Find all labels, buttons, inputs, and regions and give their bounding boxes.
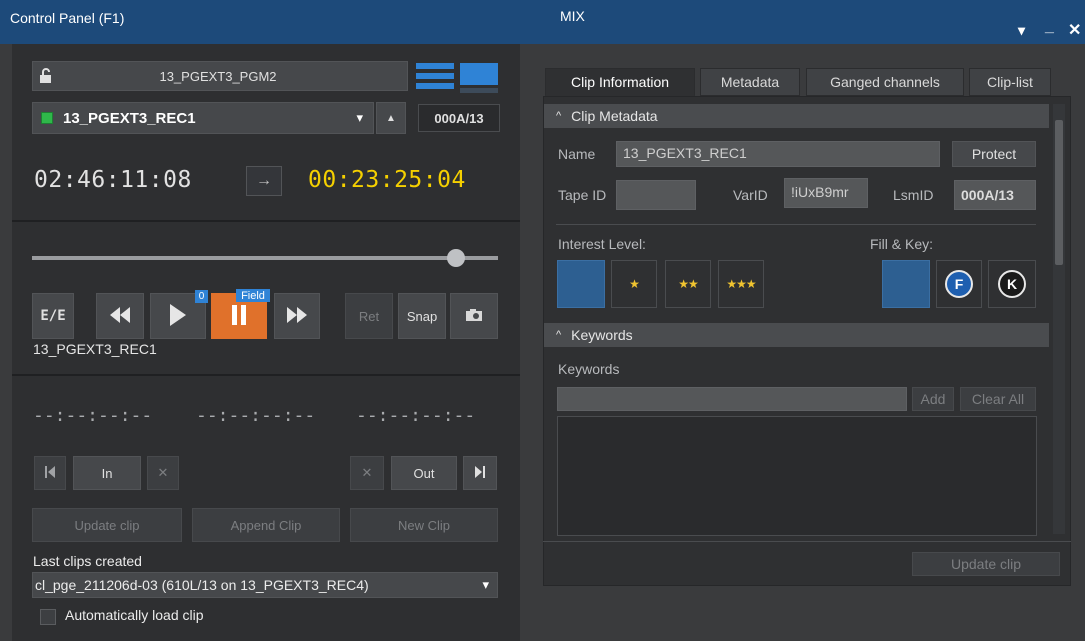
name-label: Name — [558, 146, 596, 162]
clip-name: 13_PGEXT3_REC1 — [63, 109, 196, 127]
update-clip-button[interactable]: Update clip — [32, 508, 182, 542]
control-panel-title: Control Panel (F1) — [10, 10, 125, 26]
chevron-down-icon: ▾ — [356, 110, 363, 125]
divider — [12, 374, 520, 376]
fill-icon: F — [945, 270, 973, 298]
auto-load-checkbox[interactable] — [40, 609, 56, 625]
clip-metadata-header[interactable]: ^ Clip Metadata — [544, 104, 1049, 128]
divider — [12, 220, 520, 222]
varid-field: !iUxB9mr — [784, 178, 868, 208]
lsmid-field: 000A/13 — [954, 180, 1036, 210]
play-badge: 0 — [195, 290, 208, 303]
clear-all-button[interactable]: Clear All — [960, 387, 1036, 411]
key-icon: K — [998, 270, 1026, 298]
rewind-button[interactable] — [96, 293, 144, 339]
field-badge: Field — [236, 289, 270, 302]
auto-load-label: Automatically load clip — [65, 607, 204, 623]
current-timecode: 02:46:11:08 — [34, 167, 192, 193]
snap-button[interactable]: Snap — [398, 293, 446, 339]
tab-metadata[interactable]: Metadata — [700, 68, 800, 96]
record-indicator-icon — [41, 112, 53, 124]
play-icon — [169, 303, 187, 329]
transport-clip-name: 13_PGEXT3_REC1 — [33, 341, 157, 357]
clip-id-badge: 000A/13 — [418, 104, 500, 132]
jog-slider-handle[interactable] — [447, 249, 466, 267]
fill-key-none-button[interactable] — [882, 260, 930, 308]
mark-in-timecode: --:--:--:-- — [33, 405, 153, 426]
collapse-icon: ^ — [556, 110, 562, 122]
divider — [543, 541, 1071, 542]
keywords-header[interactable]: ^ Keywords — [544, 323, 1049, 347]
return-button[interactable]: Ret — [345, 293, 393, 339]
clear-out-icon: ✕ — [361, 465, 373, 480]
minimize-icon[interactable]: _ — [1045, 18, 1054, 36]
rewind-icon — [109, 306, 131, 326]
skip-back-icon — [45, 465, 55, 481]
keywords-label: Keywords — [558, 361, 620, 377]
update-clip-footer-button[interactable]: Update clip — [912, 552, 1060, 576]
protect-button[interactable]: Protect — [952, 141, 1036, 167]
menu-chevron-icon[interactable]: ▾ — [1018, 22, 1025, 39]
mark-out-button[interactable]: Out — [391, 456, 457, 490]
new-clip-button[interactable]: New Clip — [350, 508, 498, 542]
fill-key-label: Fill & Key: — [870, 236, 934, 252]
interest-none-button[interactable] — [557, 260, 605, 308]
scrollbar-thumb[interactable] — [1055, 120, 1063, 265]
varid-label: VarID — [733, 187, 768, 203]
duration-timecode: --:--:--:-- — [196, 405, 316, 426]
append-clip-button[interactable]: Append Clip — [192, 508, 340, 542]
interest-level-label: Interest Level: — [558, 236, 646, 252]
keyword-input[interactable] — [557, 387, 907, 411]
tape-id-label: Tape ID — [558, 187, 607, 203]
remaining-timecode: 00:23:25:04 — [308, 167, 466, 193]
clear-out-button[interactable]: ✕ — [350, 456, 384, 490]
tape-id-field[interactable] — [616, 180, 696, 210]
layout-grid-icon[interactable] — [416, 61, 502, 95]
eject-button[interactable]: ▲ — [376, 102, 406, 134]
clear-in-icon: ✕ — [157, 465, 169, 480]
skip-forward-icon — [475, 465, 485, 481]
tab-clip-list[interactable]: Clip-list — [969, 68, 1051, 96]
last-clip-value: cl_pge_211206d-03 (610L/13 on 13_PGEXT3_… — [35, 577, 369, 593]
fast-forward-button[interactable] — [274, 293, 320, 339]
keywords-list[interactable] — [557, 416, 1037, 536]
interest-2-star-button[interactable]: ★★ — [665, 260, 711, 308]
last-clips-dropdown[interactable]: cl_pge_211206d-03 (610L/13 on 13_PGEXT3_… — [32, 572, 498, 598]
clip-selector[interactable]: 13_PGEXT3_REC1 ▾ — [32, 102, 374, 134]
tab-ganged-channels[interactable]: Ganged channels — [806, 68, 964, 96]
mix-title: MIX — [560, 8, 585, 24]
divider — [556, 224, 1036, 225]
goto-out-button[interactable] — [463, 456, 497, 490]
fast-forward-icon — [286, 306, 308, 326]
interest-1-star-button[interactable]: ★ — [611, 260, 657, 308]
ee-button[interactable]: E/E — [32, 293, 74, 339]
goto-in-button[interactable] — [34, 456, 66, 490]
arrow-right-icon: → — [256, 172, 272, 189]
collapse-icon: ^ — [556, 329, 562, 341]
mark-in-button[interactable]: In — [73, 456, 141, 490]
close-icon[interactable]: ✕ — [1068, 20, 1081, 40]
interest-3-star-button[interactable]: ★★★ — [718, 260, 764, 308]
clear-in-button[interactable]: ✕ — [147, 456, 179, 490]
last-clips-label: Last clips created — [33, 553, 142, 569]
lsmid-label: LsmID — [893, 187, 934, 203]
camera-icon — [465, 308, 483, 325]
channel-selector[interactable]: 13_PGEXT3_PGM2 — [32, 61, 408, 91]
tab-clip-information[interactable]: Clip Information — [545, 68, 695, 96]
clip-metadata-title: Clip Metadata — [571, 108, 658, 124]
pause-icon — [231, 304, 247, 328]
add-keyword-button[interactable]: Add — [912, 387, 954, 411]
channel-name: 13_PGEXT3_PGM2 — [159, 68, 277, 84]
eject-icon: ▲ — [386, 112, 396, 124]
unlock-icon — [39, 68, 53, 84]
mark-out-timecode: --:--:--:-- — [356, 405, 476, 426]
jog-slider-track[interactable] — [32, 256, 498, 260]
name-field[interactable]: 13_PGEXT3_REC1 — [616, 141, 940, 167]
arrow-right-button[interactable]: → — [246, 166, 282, 196]
title-bar: Control Panel (F1) MIX ▾ _ ✕ — [0, 0, 1085, 44]
chevron-down-icon: ▾ — [482, 577, 489, 592]
snapshot-button[interactable] — [450, 293, 498, 339]
keywords-title: Keywords — [571, 327, 633, 343]
